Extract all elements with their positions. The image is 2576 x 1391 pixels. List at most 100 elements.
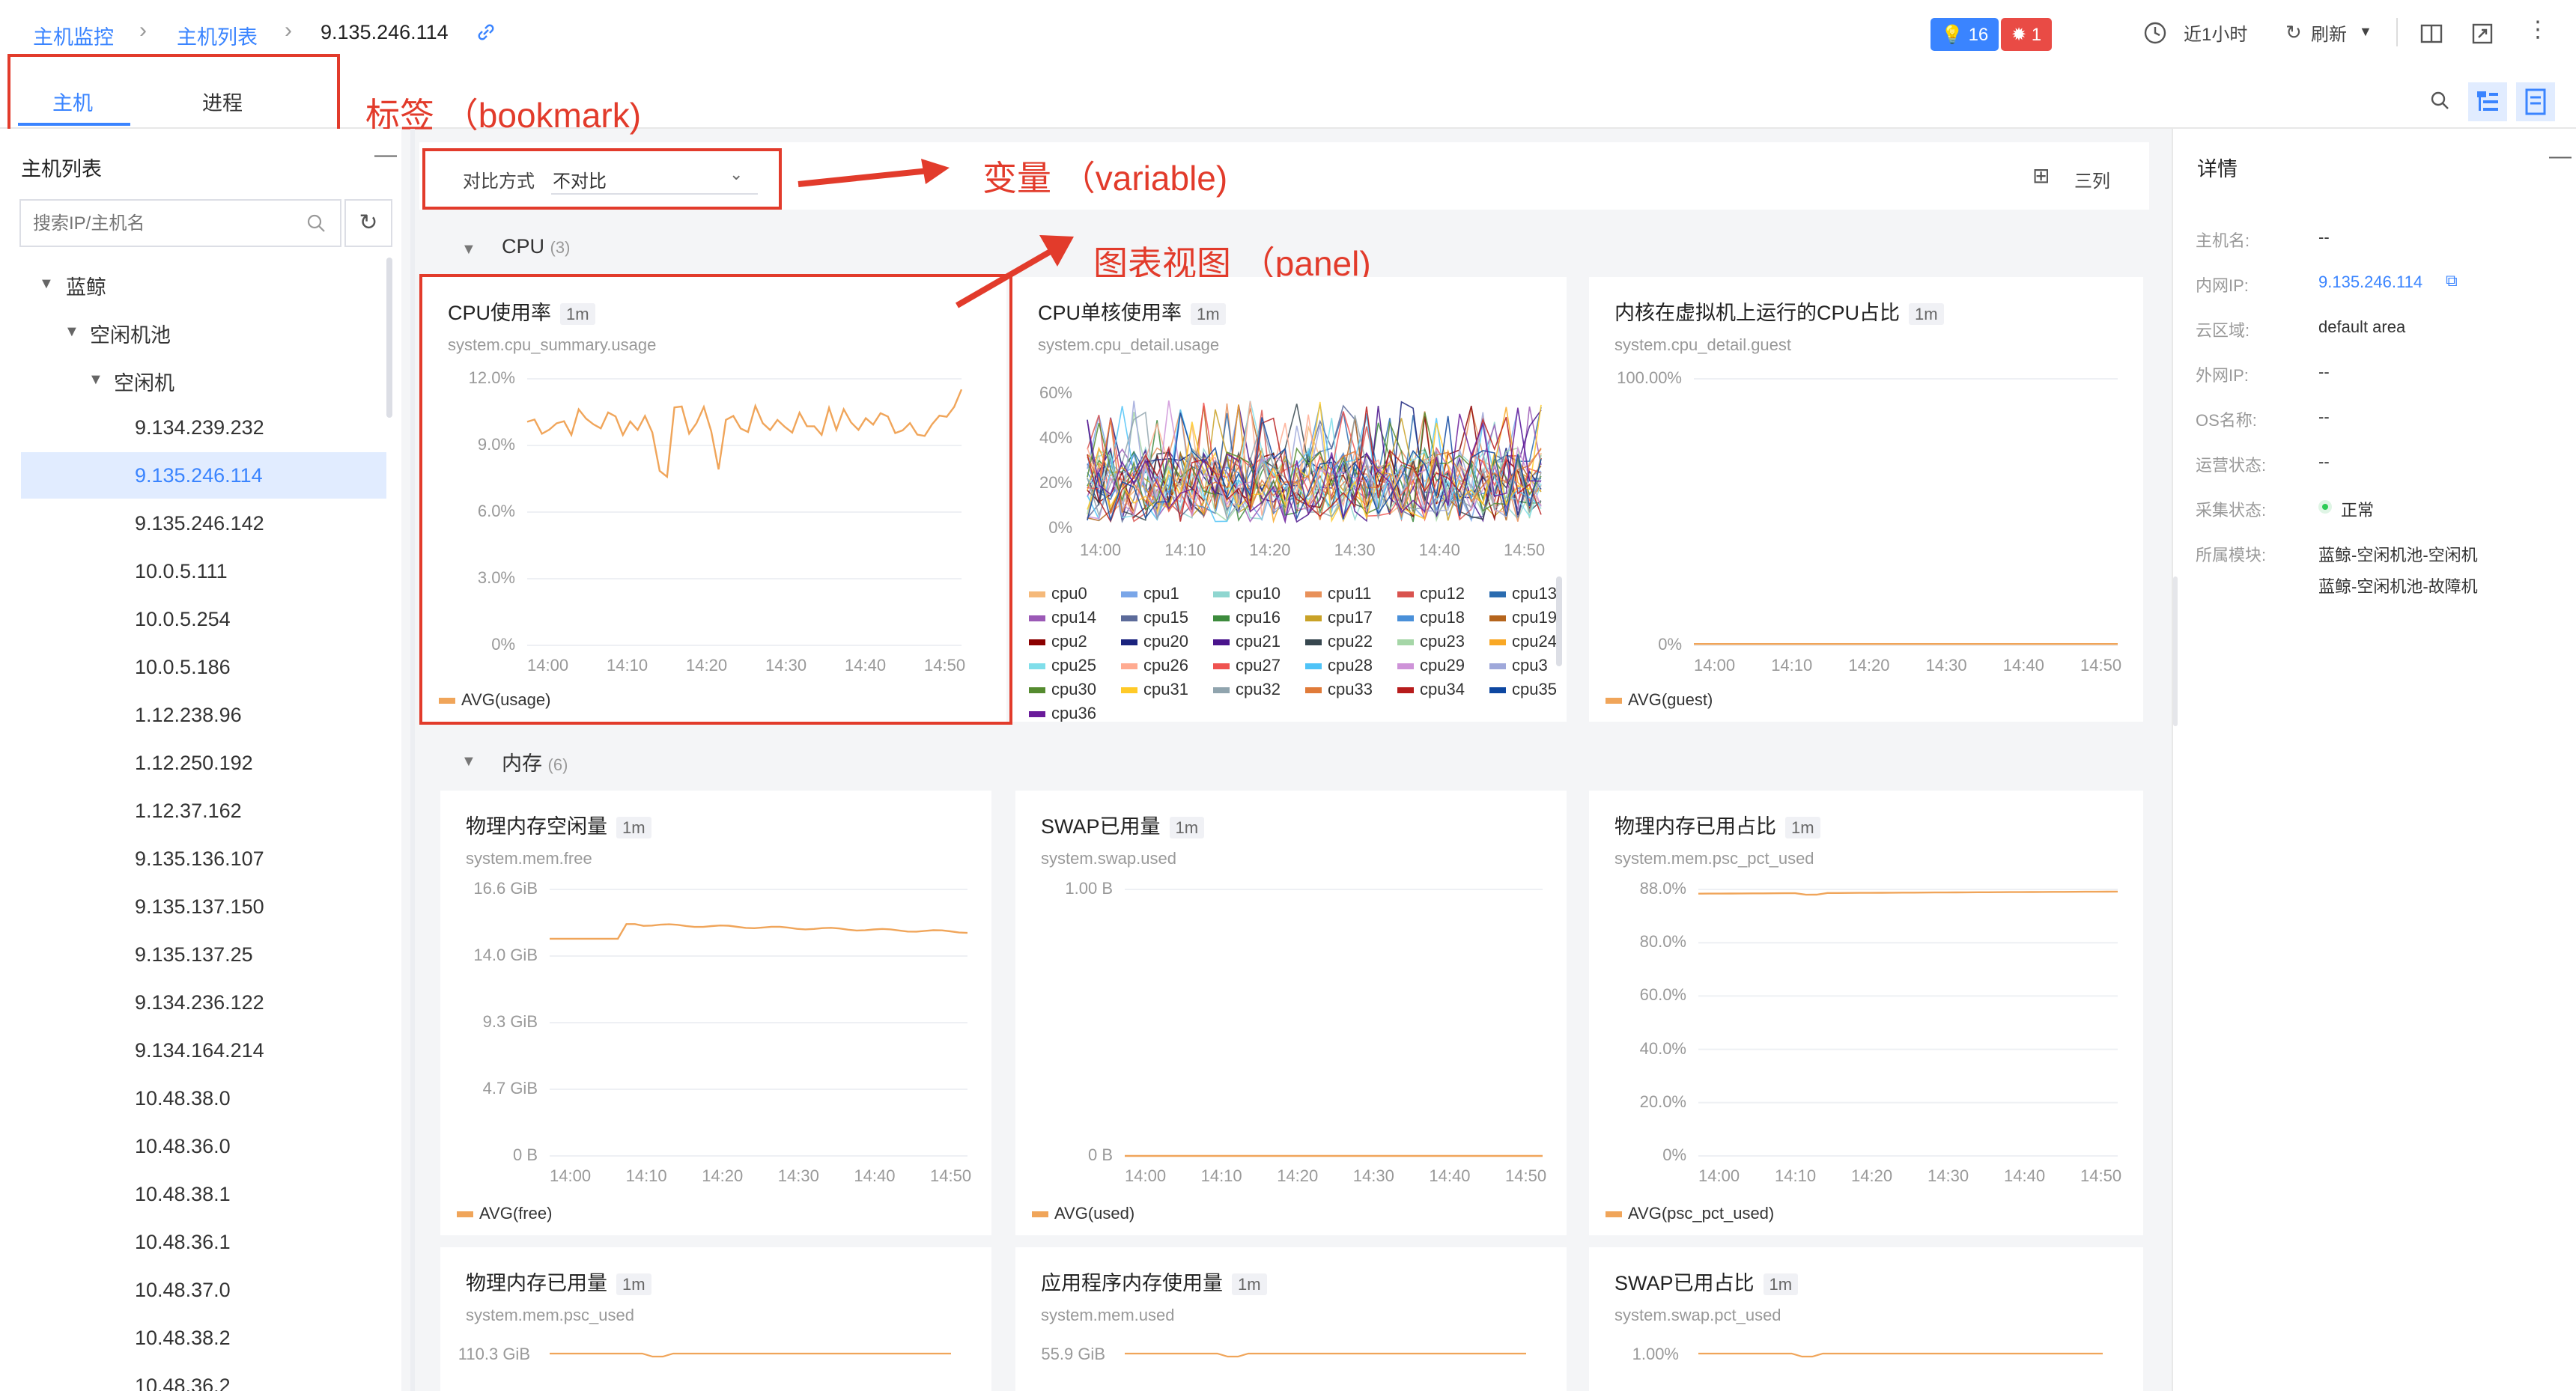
host-list-item[interactable]: 10.0.5.111 xyxy=(135,560,228,583)
host-list-item[interactable]: 1.12.238.96 xyxy=(135,704,242,727)
host-list-item[interactable]: 9.135.246.142 xyxy=(135,512,264,535)
panel-cpu_core[interactable]: CPU单核使用率 1m system.cpu_detail.usage 60% 40% 2… xyxy=(1012,277,1567,722)
alert-count-blue[interactable]: 💡 16 xyxy=(1931,18,1999,51)
host-list-item[interactable]: 1.12.250.192 xyxy=(135,752,253,775)
legend-item[interactable]: cpu0 xyxy=(1029,584,1087,603)
legend-item[interactable]: cpu3 xyxy=(1489,656,1548,675)
host-list-item[interactable]: 1.12.37.162 xyxy=(135,800,242,823)
refresh-list-button[interactable]: ↻ xyxy=(344,199,392,247)
legend-item[interactable]: cpu13 xyxy=(1489,584,1557,603)
caret-down-icon[interactable]: ▼ xyxy=(88,371,103,389)
collapse-icon[interactable]: — xyxy=(374,142,397,168)
panel-swap_pct[interactable]: SWAP已用占比 1m system.swap.pct_used 1.00% xyxy=(1589,1247,2143,1391)
link-icon[interactable] xyxy=(476,22,496,42)
panel-mem_free[interactable]: 物理内存空闲量 1m system.mem.free 16.6 GiB 14.0 GiB… xyxy=(440,791,991,1235)
legend-item[interactable]: AVG(used) xyxy=(1032,1204,1134,1223)
legend-item[interactable]: cpu29 xyxy=(1397,656,1465,675)
host-list-item[interactable]: 10.48.36.1 xyxy=(135,1231,231,1254)
legend-item[interactable]: cpu27 xyxy=(1213,656,1281,675)
panel-mem_used[interactable]: 物理内存已用量 1m system.mem.psc_used 110.3 GiB xyxy=(440,1247,991,1391)
host-list-item[interactable]: 9.134.239.232 xyxy=(135,416,264,439)
legend-item[interactable]: cpu28 xyxy=(1305,656,1373,675)
time-range-selector[interactable]: 近1小时 xyxy=(2184,19,2247,46)
refresh-button[interactable]: 刷新 xyxy=(2311,19,2347,46)
legend-item[interactable]: cpu2 xyxy=(1029,632,1087,651)
legend-item[interactable]: cpu30 xyxy=(1029,680,1096,699)
search-icon[interactable] xyxy=(2429,90,2450,111)
detail-view-toggle[interactable] xyxy=(2516,82,2555,121)
legend-item[interactable]: cpu24 xyxy=(1489,632,1557,651)
host-list-item[interactable]: 9.135.137.150 xyxy=(135,895,264,919)
legend-item[interactable]: cpu33 xyxy=(1305,680,1373,699)
host-list-item[interactable]: 9.135.246.114 xyxy=(135,464,263,487)
host-list-item[interactable]: 10.48.38.0 xyxy=(135,1087,231,1110)
legend-item[interactable]: cpu36 xyxy=(1029,704,1096,722)
section-memory-title[interactable]: 内存 (6) xyxy=(502,747,568,776)
host-list-item[interactable]: 9.135.137.25 xyxy=(135,943,253,967)
caret-down-icon[interactable]: ▼ xyxy=(461,753,476,770)
host-list-item[interactable]: 9.134.164.214 xyxy=(135,1039,264,1062)
legend-item[interactable]: cpu35 xyxy=(1489,680,1557,699)
tree-view-toggle[interactable] xyxy=(2468,82,2507,121)
host-list-item[interactable]: 10.0.5.186 xyxy=(135,656,231,679)
fullscreen-icon[interactable] xyxy=(2471,22,2494,45)
legend-item[interactable]: cpu18 xyxy=(1397,608,1465,627)
host-list-item[interactable]: 9.134.236.122 xyxy=(135,991,264,1014)
copy-icon[interactable]: ⧉ xyxy=(2446,271,2458,290)
layout-columns-selector[interactable]: 三列 xyxy=(2074,166,2110,192)
panel-cpu_guest[interactable]: 内核在虚拟机上运行的CPU占比 1m system.cpu_detail.guest… xyxy=(1589,277,2143,722)
legend-scrollbar[interactable] xyxy=(1556,576,1562,666)
legend-item[interactable]: AVG(psc_pct_used) xyxy=(1606,1204,1774,1223)
legend-item[interactable]: cpu14 xyxy=(1029,608,1096,627)
legend-item[interactable]: cpu16 xyxy=(1213,608,1281,627)
legend-item[interactable]: cpu22 xyxy=(1305,632,1373,651)
legend-item[interactable]: cpu26 xyxy=(1121,656,1188,675)
tree-node-idle-machine[interactable]: 空闲机 xyxy=(114,367,174,396)
search-input[interactable] xyxy=(33,211,303,237)
section-cpu-title[interactable]: CPU (3) xyxy=(502,235,570,258)
sidebar-resize-handle[interactable] xyxy=(410,129,415,1391)
detail-value[interactable]: 9.135.246.114 xyxy=(2318,273,2422,292)
legend-item[interactable]: cpu20 xyxy=(1121,632,1188,651)
legend-item[interactable]: cpu1 xyxy=(1121,584,1179,603)
refresh-icon[interactable]: ↻ xyxy=(2285,21,2302,44)
host-list-item[interactable]: 10.48.36.2 xyxy=(135,1375,231,1391)
legend-item[interactable]: AVG(guest) xyxy=(1606,690,1713,710)
host-list-item[interactable]: 9.135.136.107 xyxy=(135,847,264,871)
legend-item[interactable]: cpu15 xyxy=(1121,608,1188,627)
breadcrumb-host-monitor[interactable]: 主机监控 xyxy=(33,21,114,50)
legend-item[interactable]: cpu25 xyxy=(1029,656,1096,675)
split-view-icon[interactable] xyxy=(2420,22,2443,45)
chevron-down-icon[interactable]: ▼ xyxy=(2359,24,2372,40)
detail-resize-handle[interactable] xyxy=(2173,576,2178,726)
panel-mem_pct[interactable]: 物理内存已用占比 1m system.mem.psc_pct_used 88.0% 80… xyxy=(1589,791,2143,1235)
panel-swap_used[interactable]: SWAP已用量 1m system.swap.used 1.00 B0 B 14:00 1… xyxy=(1015,791,1567,1235)
breadcrumb-host-list[interactable]: 主机列表 xyxy=(177,21,258,50)
grid-layout-icon[interactable]: ⊞ xyxy=(2032,163,2050,188)
search-icon[interactable] xyxy=(306,213,326,234)
sidebar-scrollbar[interactable] xyxy=(386,258,392,418)
legend-item[interactable]: cpu12 xyxy=(1397,584,1465,603)
legend-item[interactable]: cpu32 xyxy=(1213,680,1281,699)
alert-count-red[interactable]: ✹ 1 xyxy=(2001,18,2053,51)
legend-item[interactable]: cpu23 xyxy=(1397,632,1465,651)
search-box[interactable] xyxy=(19,199,341,247)
legend-item[interactable]: cpu34 xyxy=(1397,680,1465,699)
legend-item[interactable]: cpu10 xyxy=(1213,584,1281,603)
legend-item[interactable]: cpu31 xyxy=(1121,680,1188,699)
host-list-item[interactable]: 10.48.38.2 xyxy=(135,1327,231,1350)
tree-node-bluewhale[interactable]: 蓝鲸 xyxy=(66,271,106,300)
clock-icon[interactable] xyxy=(2143,21,2167,45)
host-list-item[interactable]: 10.48.36.0 xyxy=(135,1135,231,1158)
caret-down-icon[interactable]: ▼ xyxy=(39,276,54,293)
legend-item[interactable]: AVG(free) xyxy=(457,1204,552,1223)
more-icon[interactable]: ⋮ xyxy=(2527,16,2549,43)
tree-node-idle-pool[interactable]: 空闲机池 xyxy=(90,319,171,348)
host-list-item[interactable]: 10.0.5.254 xyxy=(135,608,231,631)
legend-item[interactable]: cpu11 xyxy=(1305,584,1371,603)
caret-down-icon[interactable]: ▼ xyxy=(64,323,79,341)
panel-app_mem[interactable]: 应用程序内存使用量 1m system.mem.used 55.9 GiB xyxy=(1015,1247,1567,1391)
host-list-item[interactable]: 10.48.38.1 xyxy=(135,1183,231,1206)
collapse-icon[interactable]: — xyxy=(2549,144,2572,169)
legend-item[interactable]: cpu17 xyxy=(1305,608,1373,627)
